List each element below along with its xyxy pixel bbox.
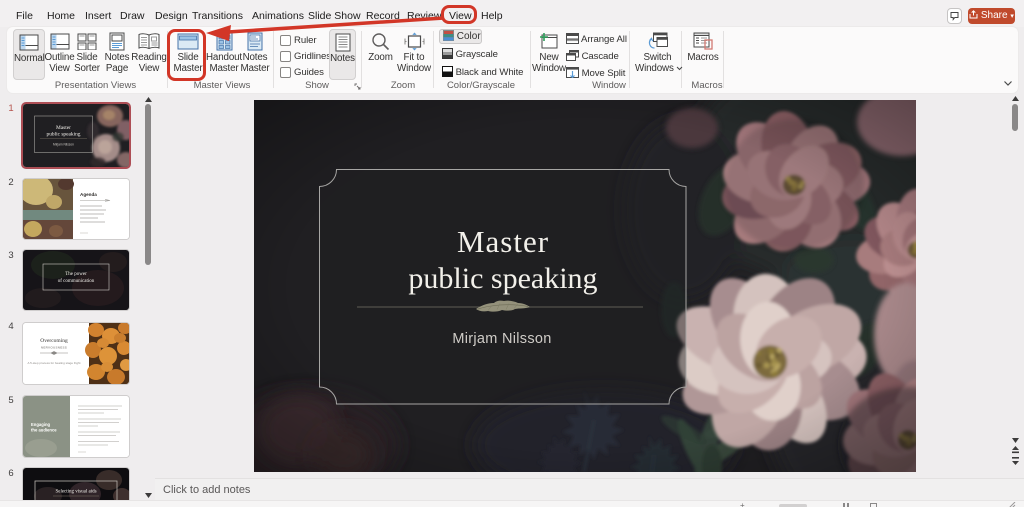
svg-text:public speaking: public speaking [47, 132, 81, 138]
svg-text:A 5-step process for beating s: A 5-step process for beating stage frigh… [27, 361, 80, 365]
svg-text:Mirjam Nilsson: Mirjam Nilsson [53, 143, 74, 147]
svg-text:the audience: the audience [31, 428, 57, 433]
svg-text:NERVOUSNESS: NERVOUSNESS [41, 346, 67, 350]
svg-text:Overcoming: Overcoming [40, 338, 68, 344]
svg-text:The power: The power [65, 272, 87, 277]
svg-text:of communication: of communication [58, 279, 95, 284]
svg-text:public speaking: public speaking [408, 262, 597, 295]
svg-text:Master: Master [56, 125, 71, 131]
svg-text:Agenda: Agenda [80, 192, 97, 197]
svg-text:Selecting visual aids: Selecting visual aids [55, 490, 96, 495]
svg-text:Engaging: Engaging [31, 422, 51, 427]
svg-text:Master: Master [457, 224, 549, 259]
svg-text:Mirjam Nilsson: Mirjam Nilsson [452, 331, 551, 347]
